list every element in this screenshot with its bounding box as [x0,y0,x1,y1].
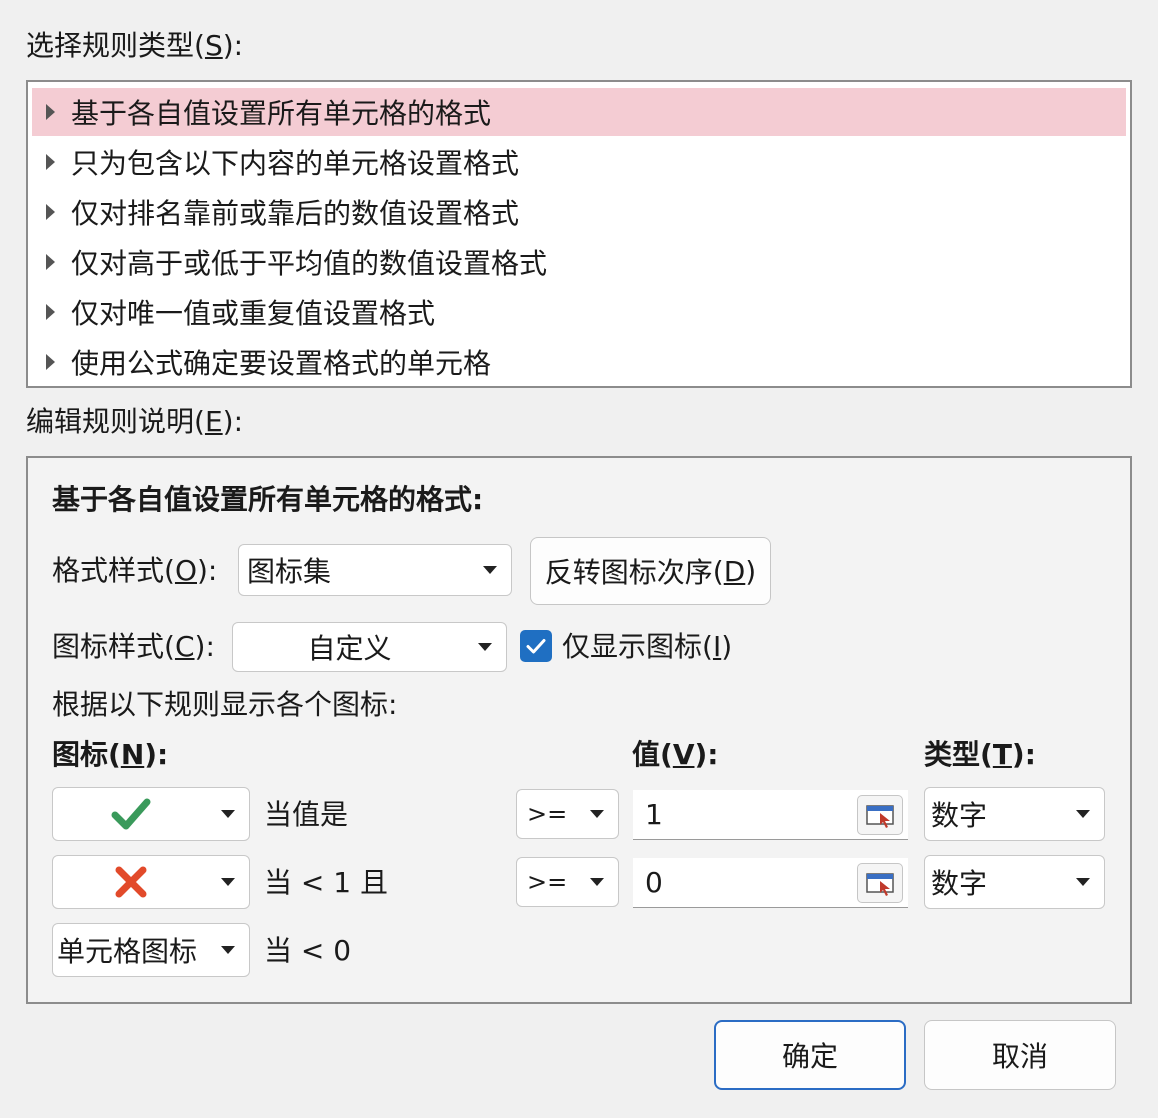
value-input-text: 0 [645,866,663,899]
operator-value: >= [527,800,568,828]
chevron-down-icon [221,810,235,818]
rule-type-item-label: 仅对唯一值或重复值设置格式 [71,297,436,330]
expand-triangle-icon [46,104,55,120]
chevron-down-icon [1076,810,1090,818]
edit-rule-label: 编辑规则说明(E): [26,405,244,438]
operator-value: >= [527,868,568,896]
type-value: 数字 [931,799,988,832]
range-picker-button[interactable] [857,795,903,835]
chevron-down-icon [221,946,235,954]
rule-type-list[interactable]: 基于各自值设置所有单元格的格式 只为包含以下内容的单元格设置格式 仅对排名靠前或… [26,80,1132,388]
expand-triangle-icon [46,254,55,270]
show-icon-only-checkbox[interactable] [520,630,552,662]
expand-triangle-icon [46,204,55,220]
icon-dropdown[interactable] [52,855,250,909]
checkmark-icon [526,639,546,654]
expand-triangle-icon [46,154,55,170]
chevron-down-icon [1076,878,1090,886]
rule-type-item[interactable]: 仅对高于或低于平均值的数值设置格式 [32,238,1126,286]
rules-caption: 根据以下规则显示各个图标: [52,688,398,721]
reverse-icon-order-button[interactable]: 反转图标次序(D) [530,537,771,605]
expand-triangle-icon [46,354,55,370]
icon-dropdown[interactable] [52,787,250,841]
range-picker-button[interactable] [857,863,903,903]
format-style-dropdown[interactable]: 图标集 [238,544,512,596]
show-icon-only-label[interactable]: 仅显示图标(I) [562,627,732,667]
icon-style-value: 自定义 [307,632,392,665]
rule-type-item[interactable]: 只为包含以下内容的单元格设置格式 [32,138,1126,186]
rule-type-item-label: 只为包含以下内容的单元格设置格式 [71,147,520,180]
edit-rule-heading: 基于各自值设置所有单元格的格式: [52,483,484,516]
chevron-down-icon [483,566,497,574]
rule-type-item[interactable]: 基于各自值设置所有单元格的格式 [32,88,1126,136]
cancel-button[interactable]: 取消 [924,1020,1116,1090]
format-style-label: 格式样式(O): [52,554,218,587]
rule-type-item-label: 基于各自值设置所有单元格的格式 [71,97,492,130]
type-dropdown[interactable]: 数字 [924,855,1105,909]
format-style-value: 图标集 [247,555,332,588]
icon-style-dropdown[interactable]: 自定义 [232,622,507,672]
type-value: 数字 [931,867,988,900]
rule-type-item-label: 仅对排名靠前或靠后的数值设置格式 [71,197,520,230]
icon-column-header: 图标(N): [52,738,169,771]
green-check-icon [111,798,151,830]
row-condition: 当值是 [264,798,349,831]
rule-type-item[interactable]: 仅对排名靠前或靠后的数值设置格式 [32,188,1126,236]
rule-type-item-label: 仅对高于或低于平均值的数值设置格式 [71,247,548,280]
chevron-down-icon [221,878,235,886]
chevron-down-icon [478,643,492,651]
rule-type-item-label: 使用公式确定要设置格式的单元格 [71,347,492,380]
operator-dropdown[interactable]: >= [516,789,619,839]
chevron-down-icon [590,878,604,886]
red-x-icon [115,866,147,898]
icon-dropdown[interactable]: 无单元格图标 [52,923,250,977]
cell-select-icon [866,805,894,828]
operator-dropdown[interactable]: >= [516,857,619,907]
value-column-header: 值(V): [632,738,719,771]
icon-style-label: 图标样式(C): [52,630,215,663]
chevron-down-icon [590,810,604,818]
ok-button[interactable]: 确定 [714,1020,906,1090]
rule-type-item[interactable]: 仅对唯一值或重复值设置格式 [32,288,1126,336]
cell-select-icon [866,873,894,896]
icon-dropdown-text: 无单元格图标 [57,935,197,968]
rule-type-item[interactable]: 使用公式确定要设置格式的单元格 [32,338,1126,386]
row-condition: 当 < 1 且 [264,866,388,899]
row-condition: 当 < 0 [264,934,352,967]
rule-type-label: 选择规则类型(S): [26,29,244,62]
type-column-header: 类型(T): [924,738,1036,771]
value-input-text: 1 [645,798,663,831]
expand-triangle-icon [46,304,55,320]
type-dropdown[interactable]: 数字 [924,787,1105,841]
